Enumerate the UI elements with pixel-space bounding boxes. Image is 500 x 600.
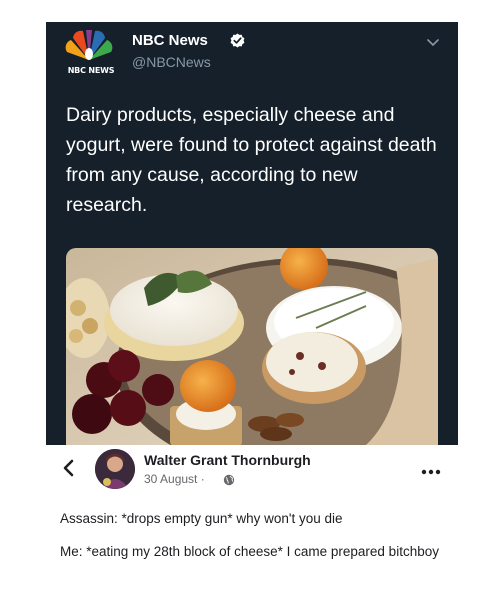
chevron-left-icon[interactable] xyxy=(62,459,76,477)
more-options-icon[interactable] xyxy=(421,463,441,475)
verified-badge-icon xyxy=(230,33,245,48)
nbc-peacock-icon xyxy=(65,30,113,60)
chevron-down-icon[interactable] xyxy=(426,35,440,47)
tweet-header: NBC NEWS NBC News @NBCNews xyxy=(46,22,458,82)
comment-date[interactable]: 30 August · xyxy=(144,472,205,486)
avatar[interactable] xyxy=(95,449,135,489)
comment-text-line: Assassin: *drops empty gun* why won't yo… xyxy=(60,511,343,526)
logo-caption: NBC NEWS xyxy=(67,66,115,75)
account-name[interactable]: NBC News xyxy=(132,32,208,49)
nbc-logo[interactable]: NBC NEWS xyxy=(60,30,118,80)
tweet-text: Dairy products, especially cheese and yo… xyxy=(66,104,437,216)
cheese-board-photo[interactable] xyxy=(66,248,438,445)
account-handle[interactable]: @NBCNews xyxy=(132,54,211,70)
comment-author[interactable]: Walter Grant Thornburgh xyxy=(144,452,311,468)
globe-icon xyxy=(223,473,235,486)
comment-text-line: Me: *eating my 28th block of cheese* I c… xyxy=(60,544,439,559)
tweet-card[interactable]: NBC NEWS NBC News @NBCNews Dairy product… xyxy=(46,22,458,445)
